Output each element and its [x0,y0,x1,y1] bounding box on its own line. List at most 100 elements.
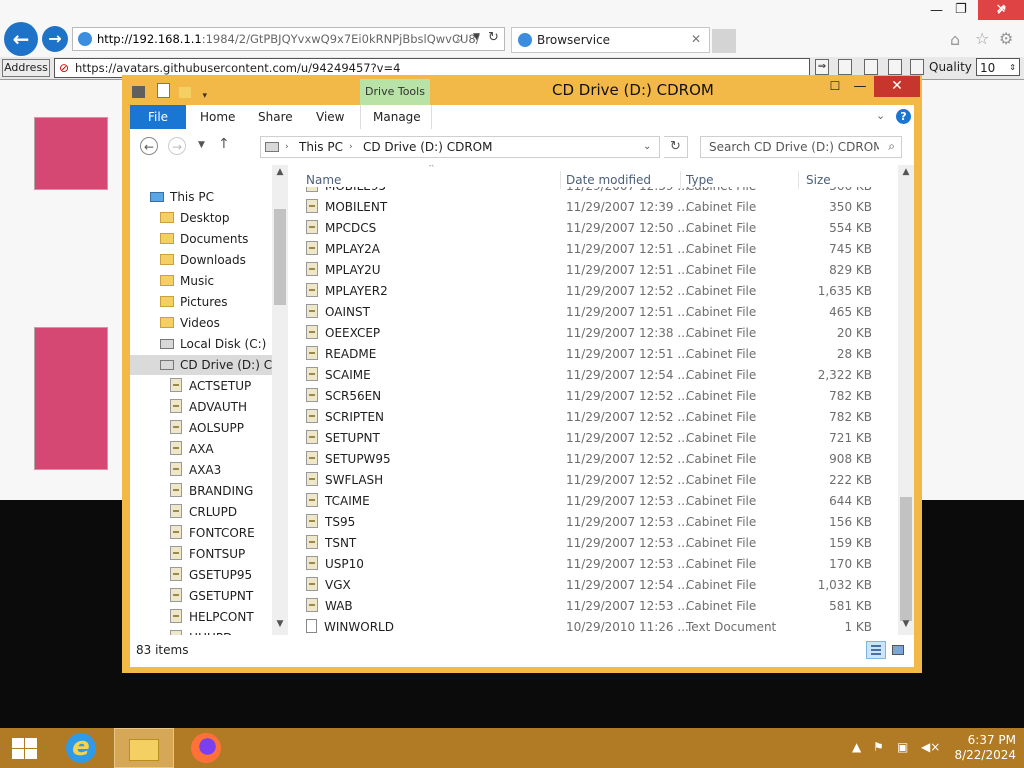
list-scroll-thumb[interactable] [900,497,912,621]
column-divider[interactable] [680,171,681,189]
details-view-button[interactable] [866,641,886,659]
tree-item-this-pc[interactable]: This PC [150,187,214,207]
table-row[interactable]: TCAIME 11/29/2007 12:53 ... Cabinet File 64… [304,491,884,512]
breadcrumb-cd-drive[interactable]: CD Drive (D:) CDROM [363,137,492,157]
tree-item-videos[interactable]: Videos [160,313,220,333]
table-row[interactable]: SETUPW95 11/29/2007 12:52 ... Cabinet File… [304,449,884,470]
table-row[interactable]: USP10 11/29/2007 12:53 ... Cabinet File 170… [304,554,884,575]
table-row[interactable]: OAINST 11/29/2007 12:51 ... Cabinet File 46… [304,302,884,323]
new-folder-icon[interactable] [179,87,191,98]
breadcrumb-chevron-icon[interactable]: › [485,137,489,157]
tree-item-folder[interactable]: FONTSUP [170,544,245,564]
action-center-flag-icon[interactable]: ⚑ [873,740,884,754]
breadcrumb-this-pc[interactable]: This PC [299,137,343,157]
back-button[interactable]: ← [4,22,38,56]
large-icons-view-button[interactable] [888,641,908,659]
clipboard-icon[interactable] [910,59,924,75]
tree-item-folder[interactable]: AOLSUPP [170,418,244,438]
scroll-up-icon[interactable]: ▲ [272,167,288,177]
tab-view[interactable]: View [316,110,344,124]
tree-item-folder[interactable]: ACTSETUP [170,376,251,396]
tab-manage[interactable]: Manage [360,105,432,129]
address-bar[interactable]: http://192.168.1.1:1984/2/GtPBJQYvxwQ9x7… [72,27,505,51]
tab-home[interactable]: Home [200,110,235,124]
tree-item-documents[interactable]: Documents [160,229,248,249]
taskbar-firefox[interactable] [176,728,236,768]
new-tab-button[interactable] [712,29,736,53]
table-row[interactable]: SCRIPTEN 11/29/2007 12:52 ... Cabinet File… [304,407,884,428]
tree-item-cd-drive[interactable]: CD Drive (D:) CDI [130,355,285,375]
table-row[interactable]: WAB 11/29/2007 12:53 ... Cabinet File 581 K… [304,596,884,617]
table-row[interactable]: README 11/29/2007 12:51 ... Cabinet File 28… [304,344,884,365]
tree-item-folder[interactable]: FONTCORE [170,523,255,543]
tree-item-pictures[interactable]: Pictures [160,292,228,312]
explorer-maximize-button[interactable]: ☐ [822,79,848,97]
refresh-icon[interactable]: ↻ [488,30,499,45]
network-icon[interactable]: ▣ [897,740,908,754]
explorer-minimize-button[interactable]: — [848,79,872,97]
column-header-date[interactable]: Date modified [566,173,651,187]
table-row[interactable]: OEEXCEP 11/29/2007 12:38 ... Cabinet File 2… [304,323,884,344]
home-icon[interactable]: ⌂ [950,30,960,49]
table-row[interactable]: VGX 11/29/2007 12:54 ... Cabinet File 1,032… [304,575,884,596]
go-arrow-icon[interactable]: ⇒ [815,59,829,75]
table-row[interactable]: SETUPNT 11/29/2007 12:52 ... Cabinet File 7… [304,428,884,449]
column-divider[interactable] [560,171,561,189]
back-nav-button[interactable]: ← [140,137,158,155]
tree-item-folder[interactable]: AXA3 [170,460,221,480]
browser-minimize-button[interactable]: — [930,3,943,18]
expand-ribbon-icon[interactable]: ⌄ [876,109,885,122]
recent-locations-icon[interactable]: ▼ [198,140,205,150]
tab-share[interactable]: Share [258,110,293,124]
table-row[interactable]: SCR56EN 11/29/2007 12:52 ... Cabinet File 7… [304,386,884,407]
tree-item-folder[interactable]: HHUPD [170,628,232,635]
table-row[interactable]: MPCDCS 11/29/2007 12:50 ... Cabinet File 55… [304,218,884,239]
list-scrollbar[interactable]: ▲ ▼ [898,165,914,635]
table-row[interactable]: SCAIME 11/29/2007 12:54 ... Cabinet File 2,… [304,365,884,386]
taskbar-internet-explorer[interactable]: e [52,728,112,768]
column-divider[interactable] [798,171,799,189]
table-row[interactable]: MPLAYER2 11/29/2007 12:52 ... Cabinet File… [304,281,884,302]
column-header-size[interactable]: Size [806,173,831,187]
browser-restore-button[interactable]: ❐ [955,2,967,17]
dropdown-icon[interactable]: ▼ [473,32,480,42]
tree-scrollbar[interactable]: ▲ ▼ [272,165,288,635]
forward-nav-button[interactable]: → [168,137,186,155]
table-row[interactable]: SWFLASH 11/29/2007 12:52 ... Cabinet File 2… [304,470,884,491]
up-arrow-icon[interactable]: ↑ [218,136,230,152]
table-row[interactable]: MOBILENT 11/29/2007 12:39 ... Cabinet File… [304,197,884,218]
breadcrumb-chevron-icon[interactable]: › [349,137,353,157]
forward-button[interactable]: → [42,26,68,52]
show-hidden-icons[interactable]: ▲ [852,740,861,754]
settings-gear-icon[interactable]: ⚙ [999,29,1013,48]
properties-icon[interactable] [156,83,170,98]
tree-item-folder[interactable]: GSETUPNT [170,586,253,606]
tree-item-folder[interactable]: BRANDING [170,481,253,501]
column-header-type[interactable]: Type [686,173,714,187]
tree-item-folder[interactable]: CRLUPD [170,502,237,522]
taskbar-file-explorer[interactable] [114,728,174,768]
search-input[interactable] [707,139,881,155]
table-row[interactable]: WINWORLD 10/29/2010 11:26 ... Text Documen… [304,617,884,635]
explorer-close-button[interactable]: ✕ [874,76,920,97]
table-row[interactable]: MPLAY2A 11/29/2007 12:51 ... Cabinet File 7… [304,239,884,260]
tree-item-music[interactable]: Music [160,271,214,291]
column-header-name[interactable]: Name [306,173,341,187]
tree-item-folder[interactable]: GSETUP95 [170,565,252,585]
start-button[interactable] [10,737,40,761]
tree-item-desktop[interactable]: Desktop [160,208,230,228]
table-row[interactable]: MPLAY2U 11/29/2007 12:51 ... Cabinet File 8… [304,260,884,281]
favorites-star-icon[interactable]: ☆ [975,29,989,48]
explorer-titlebar[interactable]: ▾ Drive Tools CD Drive (D:) CDROM — ☐ ✕ [122,75,922,105]
refresh-button[interactable]: ↻ [664,136,688,158]
home-toolbar-icon[interactable] [864,59,878,75]
table-row[interactable]: TSNT 11/29/2007 12:53 ... Cabinet File 159 … [304,533,884,554]
breadcrumb[interactable]: › This PC › CD Drive (D:) CDROM › ⌄ [260,136,660,158]
system-clock[interactable]: 6:37 PM 8/22/2024 [936,733,1016,763]
tree-item-local-disk[interactable]: Local Disk (C:) [160,334,266,354]
quality-stepper-icon[interactable]: ⇕ [1009,59,1016,77]
tree-item-downloads[interactable]: Downloads [160,250,246,270]
tree-scroll-thumb[interactable] [274,209,286,305]
scroll-up-icon[interactable]: ▲ [898,167,914,177]
find-icon[interactable] [888,59,902,75]
